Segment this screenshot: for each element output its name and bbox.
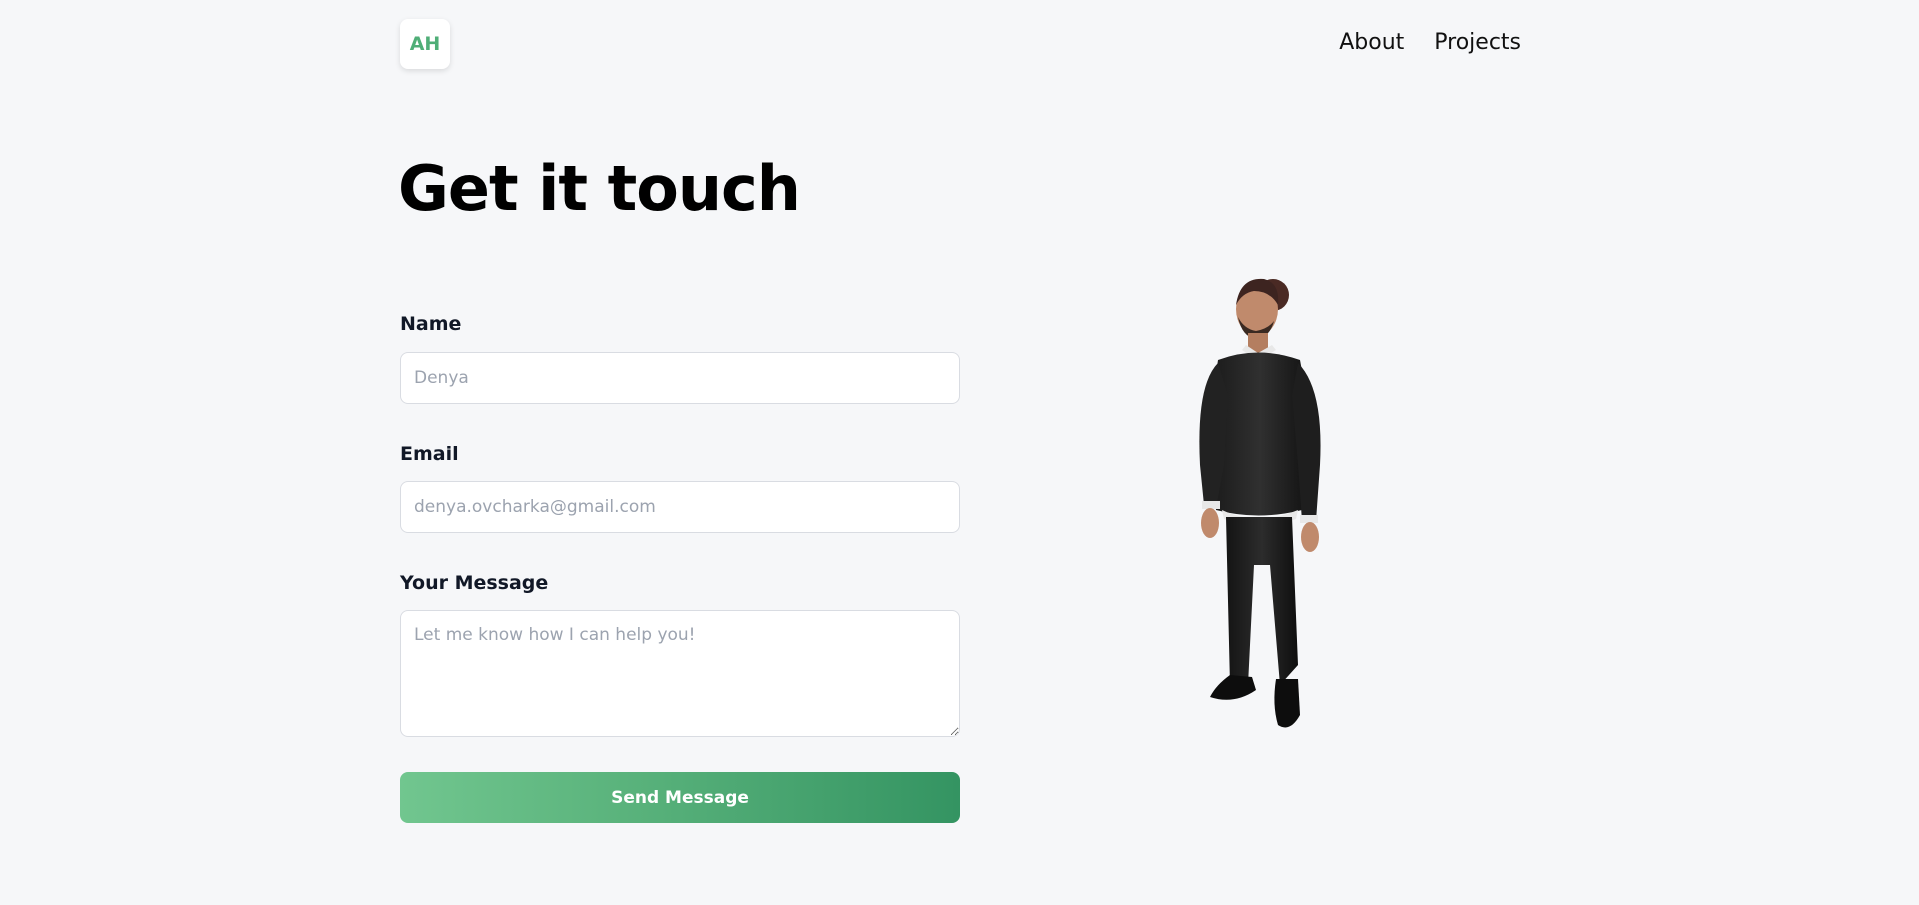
page-title: Get it touch: [398, 152, 801, 225]
name-label: Name: [400, 313, 462, 335]
top-nav: About Projects: [1339, 30, 1521, 55]
logo-home-link[interactable]: AH: [400, 19, 450, 69]
message-label: Your Message: [400, 572, 549, 594]
send-message-button[interactable]: Send Message: [400, 772, 960, 823]
nav-about-link[interactable]: About: [1339, 30, 1404, 55]
nav-projects-link[interactable]: Projects: [1434, 30, 1521, 55]
email-label: Email: [400, 443, 459, 465]
email-input[interactable]: [400, 481, 960, 533]
avatar-3d-figure[interactable]: [1130, 265, 1370, 765]
message-textarea[interactable]: [400, 610, 960, 737]
name-input[interactable]: [400, 352, 960, 404]
